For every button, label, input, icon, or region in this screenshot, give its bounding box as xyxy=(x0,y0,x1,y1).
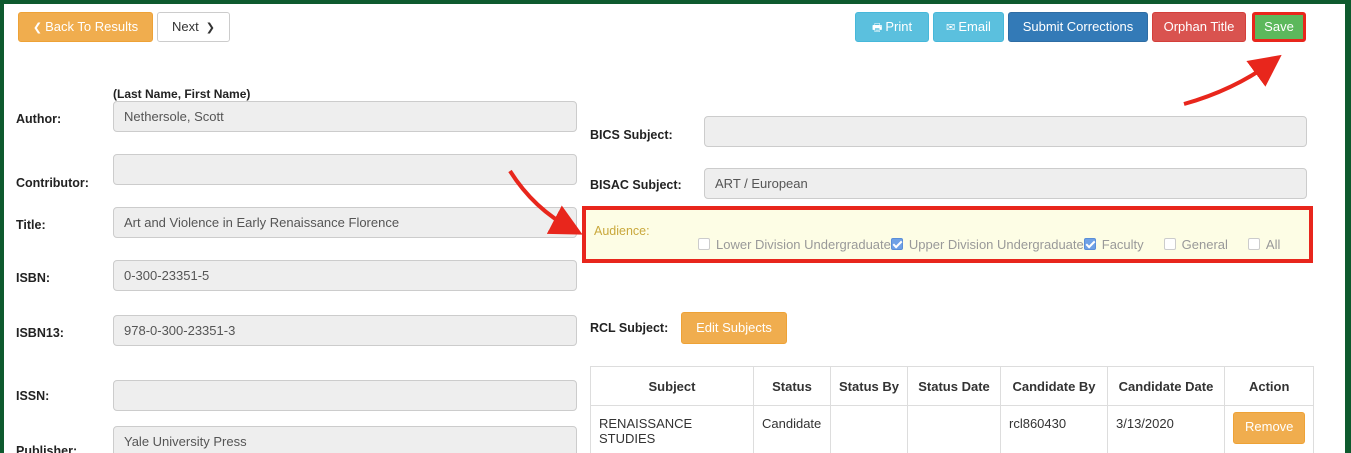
audience-option-lower-division[interactable]: Lower Division Undergraduate xyxy=(698,237,891,252)
audience-option-general[interactable]: General xyxy=(1163,237,1228,252)
checkbox-checked-icon[interactable] xyxy=(1083,238,1096,250)
remove-button[interactable]: Remove xyxy=(1233,412,1306,444)
issn-label: ISSN: xyxy=(16,389,50,403)
author-label: Author: xyxy=(16,112,62,126)
cell-status-by xyxy=(830,405,908,453)
isbn13-label: ISBN13: xyxy=(16,326,64,340)
cell-status: Candidate xyxy=(753,405,831,453)
title-field[interactable]: Art and Violence in Early Renaissance Fl… xyxy=(113,207,577,238)
issn-field[interactable] xyxy=(113,380,577,411)
bics-subject-label: BICS Subject: xyxy=(590,128,673,142)
column-header-action: Action xyxy=(1223,366,1315,406)
audience-option-faculty[interactable]: Faculty xyxy=(1083,237,1144,252)
cell-action: Remove xyxy=(1223,405,1315,453)
print-button[interactable]: 🖶 Print xyxy=(855,12,929,42)
bisac-subject-field[interactable]: ART / European xyxy=(704,168,1307,199)
column-header-status: Status xyxy=(753,366,831,406)
publisher-label: Publisher: xyxy=(16,444,78,453)
next-button[interactable]: Next ❯ xyxy=(157,12,230,42)
audience-highlight-box: Audience: Lower Division Undergraduate U… xyxy=(582,206,1313,263)
checkbox-icon[interactable] xyxy=(698,238,710,250)
edit-subjects-button[interactable]: Edit Subjects xyxy=(681,312,787,344)
isbn13-field[interactable]: 978-0-300-23351-3 xyxy=(113,315,577,346)
printer-icon: 🖶 xyxy=(871,22,883,34)
orphan-title-button[interactable]: Orphan Title xyxy=(1152,12,1246,42)
chevron-right-icon: ❯ xyxy=(205,22,215,34)
record-edit-page: ❮ Back To Results Next ❯ 🖶 Print ✉ Email Sub… xyxy=(4,4,1345,453)
checkbox-icon[interactable] xyxy=(1247,238,1260,250)
bics-subject-field[interactable] xyxy=(704,116,1307,147)
submit-corrections-button[interactable]: Submit Corrections xyxy=(1008,12,1148,42)
column-header-status-by: Status By xyxy=(830,366,908,406)
cell-candidate-by: rcl860430 xyxy=(1000,405,1108,453)
back-to-results-button[interactable]: ❮ Back To Results xyxy=(18,12,153,42)
contributor-field[interactable] xyxy=(113,154,577,185)
column-header-candidate-by: Candidate By xyxy=(1000,366,1108,406)
isbn-label: ISBN: xyxy=(16,271,51,285)
audience-option-all[interactable]: All xyxy=(1247,237,1280,252)
audience-label: Audience: xyxy=(594,224,650,238)
cell-status-date xyxy=(907,405,1001,453)
checkbox-icon[interactable] xyxy=(1163,238,1176,250)
author-field[interactable]: Nethersole, Scott xyxy=(113,101,577,132)
publisher-field[interactable]: Yale University Press xyxy=(113,426,577,453)
checkbox-checked-icon[interactable] xyxy=(890,238,903,250)
rcl-subject-label: RCL Subject: xyxy=(590,321,669,335)
table-header-row: Subject Status Status By Status Date Can… xyxy=(590,366,1315,406)
envelope-icon: ✉ xyxy=(946,22,956,34)
chevron-left-icon: ❮ xyxy=(32,22,43,34)
table-row: RENAISSANCE STUDIES Candidate rcl860430 … xyxy=(590,405,1315,453)
cell-subject: RENAISSANCE STUDIES xyxy=(590,405,754,453)
contributor-label: Contributor: xyxy=(16,176,89,190)
isbn-field[interactable]: 0-300-23351-5 xyxy=(113,260,577,291)
email-button[interactable]: ✉ Email xyxy=(933,12,1004,42)
audience-options: Lower Division Undergraduate Upper Divis… xyxy=(698,234,1280,254)
column-header-candidate-date: Candidate Date xyxy=(1107,366,1225,406)
save-button[interactable]: Save xyxy=(1252,12,1306,42)
cell-candidate-date: 3/13/2020 xyxy=(1107,405,1225,453)
audience-option-upper-division[interactable]: Upper Division Undergraduate xyxy=(890,237,1084,252)
column-header-status-date: Status Date xyxy=(907,366,1001,406)
arrow-to-save-icon xyxy=(1183,54,1282,106)
name-format-hint: (Last Name, First Name) xyxy=(113,87,251,101)
bisac-subject-label: BISAC Subject: xyxy=(590,178,682,192)
column-header-subject: Subject xyxy=(590,366,754,406)
title-label: Title: xyxy=(16,218,46,232)
rcl-subjects-table: Subject Status Status By Status Date Can… xyxy=(590,366,1315,453)
